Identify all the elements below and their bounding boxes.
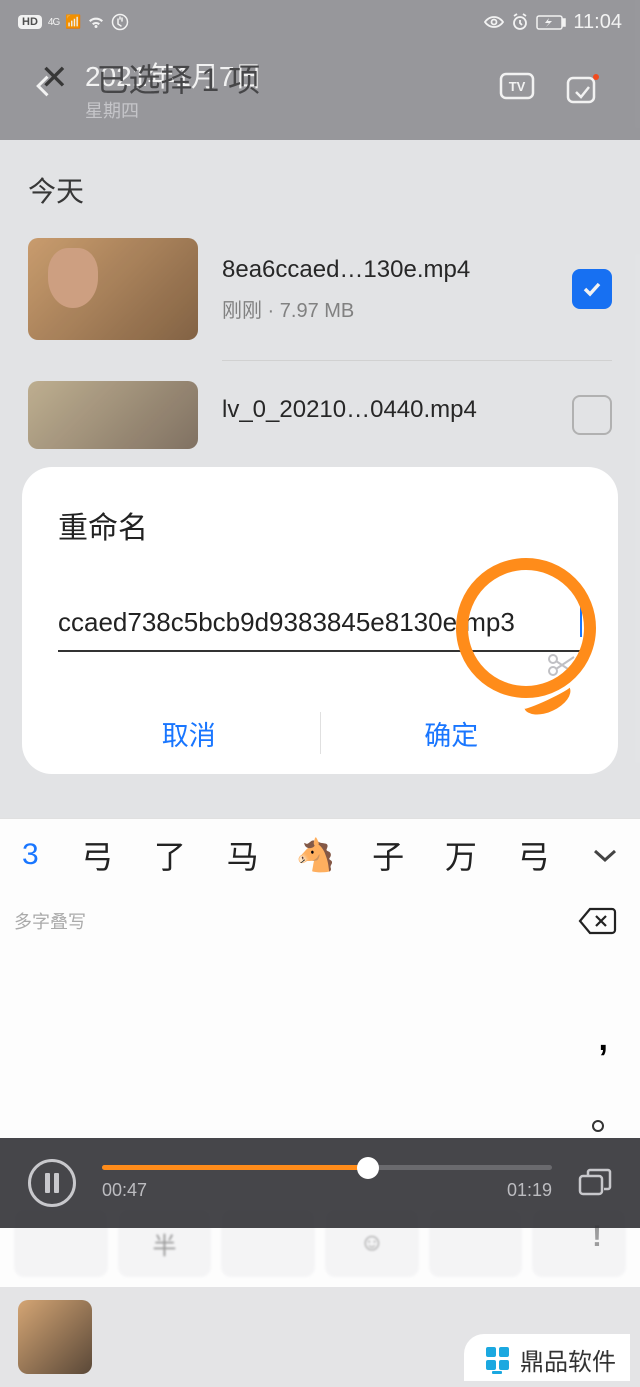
watermark-text: 鼎品软件 bbox=[520, 1342, 616, 1377]
candidate[interactable]: 弓 bbox=[61, 832, 134, 878]
candidate[interactable]: 子 bbox=[352, 832, 425, 878]
rename-input[interactable] bbox=[58, 607, 582, 638]
chevron-down-icon[interactable] bbox=[570, 847, 640, 863]
candidate[interactable]: 🐴 bbox=[279, 836, 352, 874]
mini-thumbnail bbox=[18, 1300, 92, 1374]
pip-icon[interactable] bbox=[578, 1168, 612, 1198]
progress-bar[interactable]: 00:47 01:19 bbox=[102, 1165, 552, 1201]
time-total: 01:19 bbox=[507, 1180, 552, 1201]
candidate[interactable]: 了 bbox=[133, 832, 206, 878]
time-elapsed: 00:47 bbox=[102, 1180, 147, 1201]
current-input[interactable]: 3 bbox=[0, 838, 61, 872]
watermark-icon bbox=[482, 1345, 512, 1375]
dot-key[interactable] bbox=[592, 1120, 604, 1132]
keyboard-suggestions: 3 弓 了 马 🐴 子 万 弓 bbox=[0, 818, 640, 890]
text-cursor bbox=[580, 607, 582, 637]
keyboard-hint: 多字叠写 bbox=[14, 912, 86, 932]
rename-dialog: 重命名 取消 确定 bbox=[22, 467, 618, 774]
player-bar: 00:47 01:19 bbox=[0, 1138, 640, 1228]
cancel-button[interactable]: 取消 bbox=[58, 692, 320, 774]
backspace-icon[interactable] bbox=[578, 906, 618, 936]
ok-button[interactable]: 确定 bbox=[321, 692, 583, 774]
candidate[interactable]: 马 bbox=[206, 832, 279, 878]
candidate[interactable]: 万 bbox=[425, 832, 498, 878]
watermark: 鼎品软件 bbox=[464, 1334, 630, 1381]
dialog-title: 重命名 bbox=[58, 503, 582, 547]
scissor-icon[interactable] bbox=[546, 652, 578, 678]
comma-key[interactable]: , bbox=[599, 1020, 608, 1059]
candidate[interactable]: 弓 bbox=[497, 832, 570, 878]
pause-button[interactable] bbox=[28, 1159, 76, 1207]
